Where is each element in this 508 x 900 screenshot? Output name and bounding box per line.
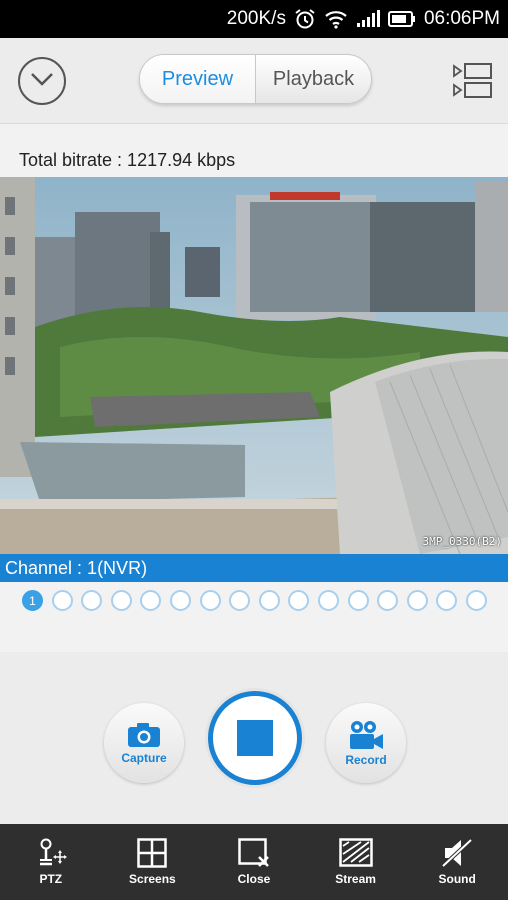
battery-icon — [387, 10, 416, 28]
stop-button[interactable] — [208, 691, 302, 785]
stop-icon — [237, 720, 273, 756]
grid-icon — [137, 838, 168, 868]
page-dot[interactable] — [347, 590, 369, 611]
network-speed: 200K/s — [226, 8, 286, 29]
page-dot[interactable] — [317, 590, 339, 611]
camera-overlay: 3MP_0330(B2) — [422, 535, 502, 548]
tab-ptz[interactable]: PTZ — [0, 824, 102, 900]
chevron-down-icon — [30, 72, 54, 91]
sound-off-icon — [441, 838, 473, 868]
top-bar: Preview Playback — [0, 38, 508, 124]
camera-icon — [127, 722, 161, 751]
capture-button[interactable]: Capture — [104, 703, 184, 783]
layout-icon — [452, 63, 494, 104]
tab-sound-label: Sound — [438, 872, 476, 886]
page-dot[interactable] — [199, 590, 221, 611]
tab-stream[interactable]: Stream — [305, 824, 407, 900]
video-feed[interactable]: 3MP_0330(B2) — [0, 177, 508, 554]
tab-close[interactable]: Close — [203, 824, 305, 900]
signal-icon — [356, 10, 380, 28]
bitrate-label: Total bitrate : 1217.94 kbps — [19, 150, 236, 170]
page-dot[interactable] — [436, 590, 458, 611]
tab-preview[interactable]: Preview — [140, 55, 256, 103]
tab-close-label: Close — [237, 872, 271, 886]
tab-stream-label: Stream — [335, 872, 376, 886]
tab-screens-label: Screens — [129, 872, 176, 886]
page-dot[interactable] — [140, 590, 162, 611]
page-dot[interactable] — [258, 590, 280, 611]
channel-pager: 1 — [0, 590, 508, 620]
video-camera-icon — [348, 720, 384, 753]
close-window-icon — [238, 838, 270, 868]
control-panel: Capture Record — [0, 652, 508, 824]
page-dot[interactable] — [465, 590, 487, 611]
record-label: Record — [345, 752, 387, 767]
status-bar: 200K/s 06:06PM — [0, 0, 508, 38]
clock: 06:06PM — [423, 8, 500, 29]
tab-screens[interactable]: Screens — [102, 824, 204, 900]
tab-playback[interactable]: Playback — [256, 55, 371, 103]
page-dot[interactable] — [81, 590, 103, 611]
layout-button[interactable] — [452, 62, 494, 100]
collapse-button[interactable] — [18, 57, 66, 105]
mode-switch: Preview Playback — [139, 54, 372, 104]
channel-label: Channel : 1(NVR) — [0, 554, 508, 582]
stream-icon — [338, 838, 373, 868]
page-dot[interactable]: 1 — [22, 590, 43, 611]
page-dot[interactable] — [51, 590, 73, 611]
wifi-icon — [324, 9, 348, 29]
tab-ptz-label: PTZ — [39, 872, 63, 886]
page-dot[interactable] — [110, 590, 132, 611]
page-dot[interactable] — [406, 590, 428, 611]
tab-sound[interactable]: Sound — [406, 824, 508, 900]
page-dot[interactable] — [288, 590, 310, 611]
ptz-icon — [34, 838, 68, 868]
alarm-icon — [294, 8, 316, 30]
page-dot[interactable] — [377, 590, 399, 611]
page-dot[interactable] — [169, 590, 191, 611]
capture-label: Capture — [121, 750, 167, 765]
page-dot[interactable] — [229, 590, 251, 611]
bottom-toolbar: PTZ Screens Close Stream Sound — [0, 824, 508, 900]
record-button[interactable]: Record — [326, 703, 406, 783]
